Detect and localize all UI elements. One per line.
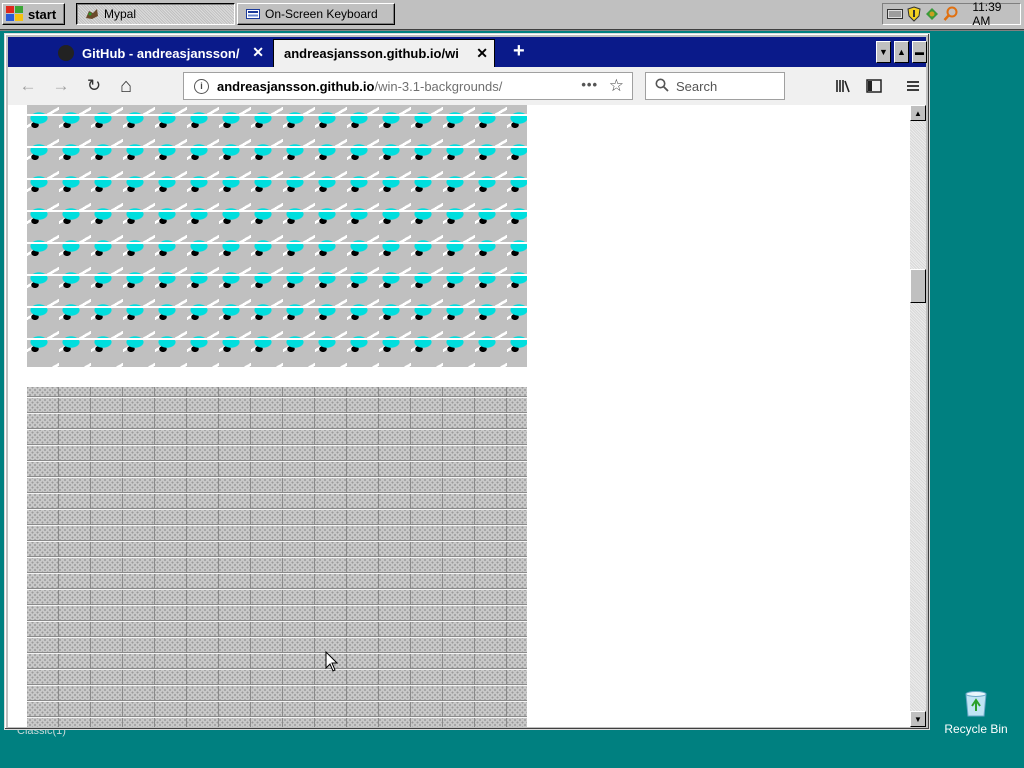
- search-icon: [655, 78, 669, 95]
- url-bar[interactable]: i andreasjansson.github.io /win-3.1-back…: [183, 72, 633, 100]
- search-input[interactable]: Search: [645, 72, 785, 100]
- vertical-scrollbar[interactable]: ▲ ▼: [910, 105, 926, 727]
- bookmark-star-icon[interactable]: ☆: [609, 76, 624, 96]
- page-viewport[interactable]: [8, 105, 910, 727]
- sidebar-icon[interactable]: [864, 76, 884, 96]
- tab-github[interactable]: GitHub - andreasjansson/ ✕: [48, 39, 270, 67]
- shield-icon[interactable]: [906, 6, 921, 22]
- mouse-cursor-icon: [325, 651, 339, 672]
- close-tab-icon[interactable]: ✕: [252, 44, 264, 61]
- start-button[interactable]: start: [2, 3, 65, 25]
- forward-button[interactable]: →: [50, 75, 72, 97]
- tab-win31-backgrounds[interactable]: andreasjansson.github.io/wi ✕: [273, 39, 495, 67]
- tab-list-dropdown-icon[interactable]: ▼: [876, 41, 891, 63]
- system-tray: 11:39 AM: [882, 0, 1021, 28]
- bricks-pattern-image: [27, 387, 527, 727]
- navigation-toolbar: ← → ↻ ⌂ i andreasjansson.github.io /win-…: [8, 67, 926, 106]
- url-host: andreasjansson.github.io: [217, 78, 375, 94]
- search-tray-icon[interactable]: [943, 6, 959, 22]
- maximize-icon[interactable]: ▲: [894, 41, 909, 63]
- clock[interactable]: 11:39 AM: [972, 0, 1020, 28]
- github-icon: [58, 45, 74, 61]
- windows-logo-icon: [6, 6, 24, 22]
- browser-window: GitHub - andreasjansson/ ✕ andreasjansso…: [4, 33, 930, 730]
- scroll-up-icon[interactable]: ▲: [910, 105, 926, 121]
- new-tab-button[interactable]: +: [513, 40, 525, 63]
- recycle-bin-icon: [963, 688, 989, 718]
- taskbar-button-label: Mypal: [104, 7, 137, 21]
- scrollbar-thumb[interactable]: [910, 269, 926, 303]
- keyboard-layout-icon[interactable]: [887, 6, 903, 22]
- info-icon[interactable]: i: [194, 78, 209, 94]
- taskbar-button-on-screen-keyboard[interactable]: On-Screen Keyboard: [237, 3, 395, 25]
- menu-icon[interactable]: [903, 76, 923, 96]
- start-label: start: [28, 6, 57, 22]
- minimize-icon[interactable]: ▬: [912, 41, 927, 63]
- url-path: /win-3.1-backgrounds/: [374, 78, 503, 94]
- network-icon[interactable]: [924, 6, 940, 22]
- tab-title: GitHub - andreasjansson/: [82, 45, 240, 61]
- scroll-down-icon[interactable]: ▼: [910, 711, 926, 727]
- keyboard-icon: [246, 8, 260, 20]
- close-tab-icon[interactable]: ✕: [476, 45, 488, 62]
- taskbar-button-mypal[interactable]: Mypal: [76, 3, 235, 25]
- home-button[interactable]: ⌂: [115, 75, 137, 97]
- library-icon[interactable]: [833, 76, 853, 96]
- taskbar-button-label: On-Screen Keyboard: [265, 7, 378, 21]
- tab-strip: GitHub - andreasjansson/ ✕ andreasjansso…: [8, 37, 927, 67]
- cars-pattern-image: [27, 105, 527, 367]
- recycle-bin-label: Recycle Bin: [944, 722, 1008, 736]
- back-button[interactable]: ←: [17, 75, 39, 97]
- taskbar: start Mypal On-Screen Keyboard 11:39 AM: [0, 0, 1024, 31]
- mypal-icon: [85, 8, 99, 20]
- search-placeholder: Search: [676, 78, 718, 94]
- page-actions-icon[interactable]: •••: [581, 77, 598, 92]
- reload-button[interactable]: ↻: [83, 75, 105, 97]
- tab-title: andreasjansson.github.io/wi: [284, 46, 459, 61]
- recycle-bin[interactable]: Recycle Bin: [944, 688, 1008, 736]
